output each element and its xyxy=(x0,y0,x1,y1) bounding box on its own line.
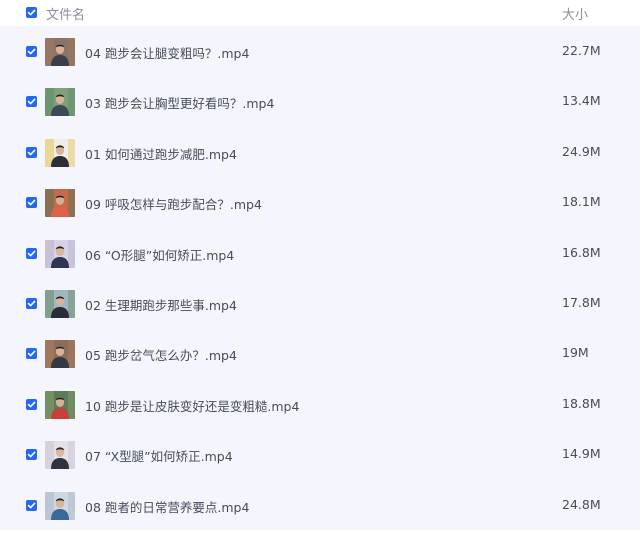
video-thumbnail xyxy=(45,88,75,117)
check-icon xyxy=(27,250,36,256)
column-header-size[interactable]: 大小 xyxy=(562,4,588,23)
file-row[interactable]: 02 生理期跑步那些事.mp4 17.8M xyxy=(0,277,642,329)
video-thumbnail xyxy=(45,340,75,369)
file-row[interactable]: 05 跑步岔气怎么办？.mp4 19M xyxy=(0,328,642,379)
video-thumbnail xyxy=(45,239,75,268)
person-thumbnail-icon xyxy=(45,38,75,66)
person-thumbnail-icon xyxy=(45,289,75,318)
file-size: 18.8M xyxy=(562,395,601,411)
check-icon xyxy=(27,401,36,408)
video-thumbnail xyxy=(45,390,75,419)
file-size: 17.8M xyxy=(562,294,601,310)
file-size: 19M xyxy=(562,345,589,361)
file-row[interactable]: 03 跑步会让胸型更好看吗？.mp4 13.4M xyxy=(0,76,642,127)
file-size: 24.8M xyxy=(562,496,601,512)
file-checkbox[interactable] xyxy=(26,197,37,209)
file-checkbox[interactable] xyxy=(26,449,37,461)
video-thumbnail xyxy=(45,441,75,470)
file-checkbox[interactable] xyxy=(26,499,37,511)
file-row[interactable]: 01 如何通过跑步减肥.mp4 24.9M xyxy=(0,126,642,178)
file-checkbox[interactable] xyxy=(26,297,37,309)
video-thumbnail xyxy=(45,189,75,218)
file-row[interactable]: 08 跑者的日常营养要点.mp4 24.8M xyxy=(0,479,642,530)
column-header-name[interactable]: 文件名 xyxy=(46,4,85,23)
file-name[interactable]: 05 跑步岔气怎么办？.mp4 xyxy=(85,345,237,364)
check-icon xyxy=(27,149,36,156)
file-checkbox[interactable] xyxy=(26,247,37,259)
file-name[interactable]: 04 跑步会让腿变粗吗？.mp4 xyxy=(85,43,249,62)
file-size: 13.4M xyxy=(562,93,601,109)
file-name[interactable]: 06 “O形腿”如何矫正.mp4 xyxy=(85,245,234,264)
person-thumbnail-icon xyxy=(45,239,75,268)
file-row[interactable]: 07 “X型腿”如何矫正.mp4 14.9M xyxy=(0,429,642,480)
person-thumbnail-icon xyxy=(45,491,75,520)
check-icon xyxy=(27,9,36,16)
file-name[interactable]: 01 如何通过跑步减肥.mp4 xyxy=(85,144,237,163)
file-row[interactable]: 09 呼吸怎样与跑步配合？.mp4 18.1M xyxy=(0,177,642,228)
file-name[interactable]: 02 生理期跑步那些事.mp4 xyxy=(85,295,237,314)
person-thumbnail-icon xyxy=(45,88,75,117)
check-icon xyxy=(27,300,36,307)
check-icon xyxy=(27,350,36,357)
file-checkbox[interactable] xyxy=(26,398,37,410)
file-name[interactable]: 07 “X型腿”如何矫正.mp4 xyxy=(85,446,233,465)
file-name[interactable]: 03 跑步会让胸型更好看吗？.mp4 xyxy=(85,93,274,112)
file-size: 18.1M xyxy=(562,194,601,210)
file-size: 16.8M xyxy=(562,244,601,260)
file-name[interactable]: 08 跑者的日常营养要点.mp4 xyxy=(85,497,249,516)
person-thumbnail-icon xyxy=(45,138,75,167)
file-list-header: 文件名 大小 xyxy=(0,0,642,26)
video-thumbnail xyxy=(45,491,75,520)
person-thumbnail-icon xyxy=(45,340,75,369)
check-icon xyxy=(27,502,36,508)
person-thumbnail-icon xyxy=(45,441,75,470)
file-checkbox[interactable] xyxy=(26,146,37,158)
file-checkbox[interactable] xyxy=(26,46,37,57)
file-list: 04 跑步会让腿变粗吗？.mp4 22.7M 03 跑步会让胸型更好看吗？.mp4 1… xyxy=(0,26,642,530)
file-row[interactable]: 04 跑步会让腿变粗吗？.mp4 22.7M xyxy=(0,26,642,77)
file-name[interactable]: 10 跑步是让皮肤变好还是变粗糙.mp4 xyxy=(85,396,299,415)
video-thumbnail xyxy=(45,138,75,167)
file-size: 14.9M xyxy=(562,446,601,462)
check-icon xyxy=(27,451,36,458)
file-size: 24.9M xyxy=(562,143,601,159)
video-thumbnail xyxy=(45,289,75,318)
video-thumbnail xyxy=(45,38,75,66)
person-thumbnail-icon xyxy=(45,189,75,218)
file-checkbox[interactable] xyxy=(26,348,37,360)
file-size: 22.7M xyxy=(562,43,601,58)
file-name[interactable]: 09 呼吸怎样与跑步配合？.mp4 xyxy=(85,194,262,213)
select-all-checkbox[interactable] xyxy=(26,7,37,18)
check-icon xyxy=(27,48,36,55)
file-row[interactable]: 10 跑步是让皮肤变好还是变粗糙.mp4 18.8M xyxy=(0,378,642,430)
check-icon xyxy=(27,199,36,206)
person-thumbnail-icon xyxy=(45,390,75,419)
check-icon xyxy=(27,98,36,105)
file-checkbox[interactable] xyxy=(26,96,37,108)
file-row[interactable]: 06 “O形腿”如何矫正.mp4 16.8M xyxy=(0,227,642,278)
